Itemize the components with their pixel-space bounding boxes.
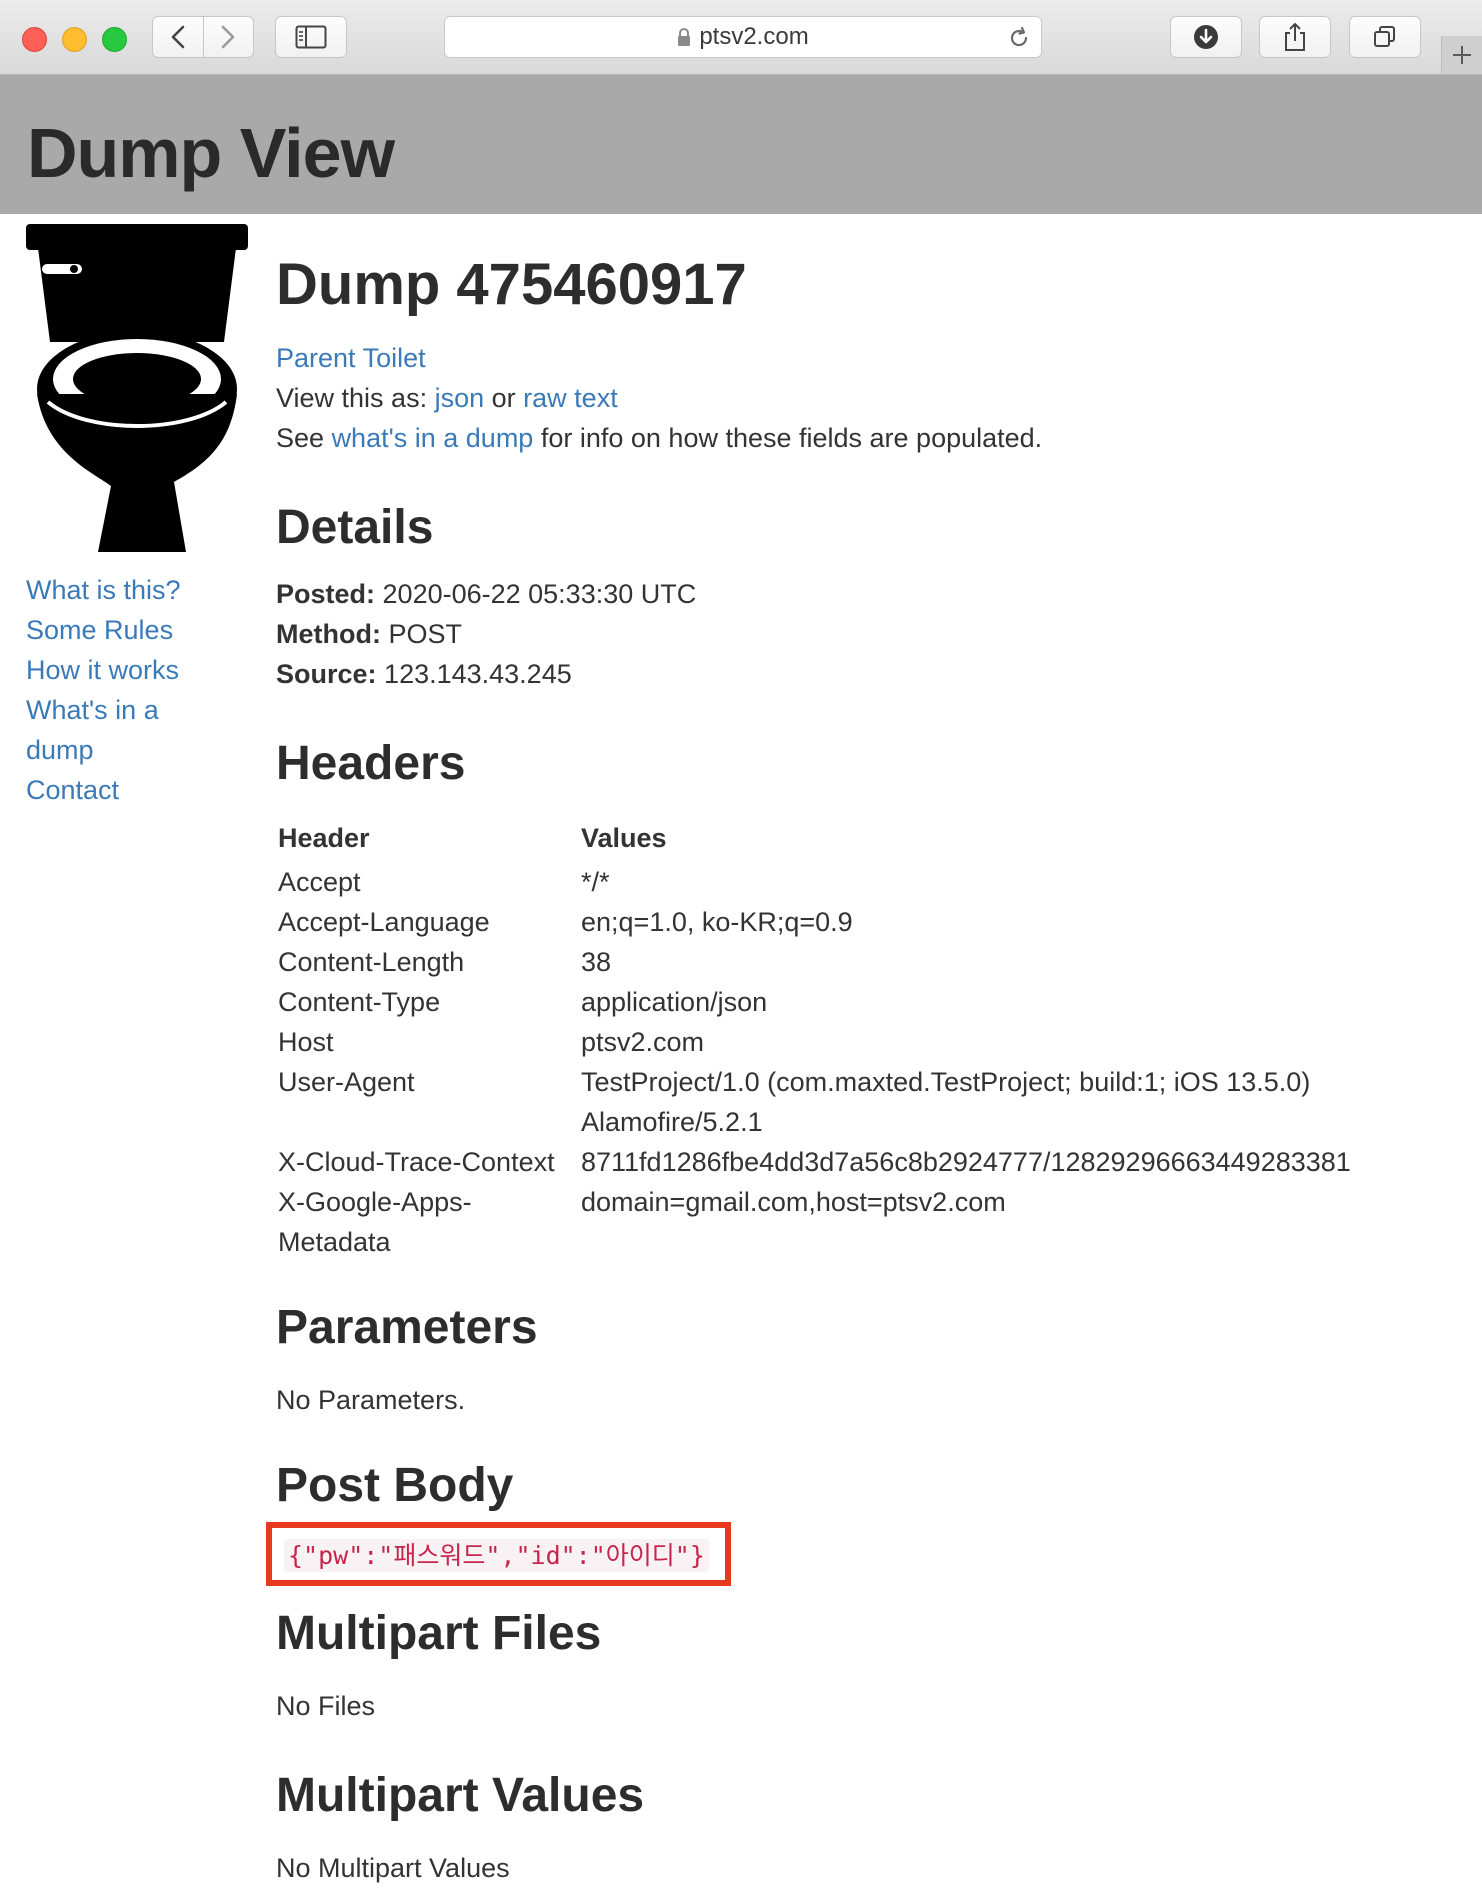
header-name: Accept bbox=[278, 867, 361, 897]
nav-buttons bbox=[152, 16, 254, 58]
multipart-files-heading: Multipart Files bbox=[276, 1607, 602, 1660]
sidebar-nav: What is this? Some Rules How it works Wh… bbox=[26, 570, 246, 810]
header-value: application/json bbox=[581, 987, 768, 1017]
table-row: Host ptsv2.com bbox=[276, 1022, 1439, 1062]
table-row: Content-Length 38 bbox=[276, 942, 1439, 982]
forward-button[interactable] bbox=[203, 17, 253, 57]
url-text: ptsv2.com bbox=[699, 23, 809, 50]
source-label: Source: bbox=[276, 659, 377, 689]
post-body-heading: Post Body bbox=[276, 1459, 514, 1512]
source-value: 123.143.43.245 bbox=[384, 659, 572, 689]
site-title: Dump View bbox=[27, 114, 395, 192]
dump-title: Dump 475460917 bbox=[276, 252, 747, 317]
whats-in-a-dump-link[interactable]: what's in a dump bbox=[332, 423, 534, 453]
posted-row: Posted: 2020-06-22 05:33:30 UTC bbox=[276, 574, 1456, 614]
tabs-icon bbox=[1374, 26, 1395, 47]
header-name: Accept-Language bbox=[278, 907, 490, 937]
header-name: Content-Type bbox=[278, 987, 441, 1017]
sidebar-link-some-rules[interactable]: Some Rules bbox=[26, 610, 206, 650]
chevron-right-icon bbox=[221, 25, 235, 49]
sidebar-link-how-it-works[interactable]: How it works bbox=[26, 650, 206, 690]
toilet-logo-icon bbox=[26, 224, 248, 552]
method-value: POST bbox=[388, 619, 462, 649]
header-value: 38 bbox=[581, 947, 612, 977]
posted-value: 2020-06-22 05:33:30 UTC bbox=[382, 579, 697, 609]
header-column-title: Header bbox=[278, 823, 370, 853]
tabs-overview-button[interactable] bbox=[1349, 16, 1421, 58]
header-name: X-Google-Apps-Metadata bbox=[278, 1187, 472, 1257]
table-row: User-Agent TestProject/1.0 (com.maxted.T… bbox=[276, 1062, 1439, 1142]
headers-heading: Headers bbox=[276, 737, 466, 790]
sidebar-link-contact[interactable]: Contact bbox=[26, 770, 206, 810]
parameters-heading: Parameters bbox=[276, 1301, 538, 1354]
method-row: Method: POST bbox=[276, 614, 1456, 654]
raw-text-link[interactable]: raw text bbox=[523, 383, 618, 413]
header-value: */* bbox=[581, 867, 610, 897]
browser-toolbar: ptsv2.com bbox=[0, 0, 1482, 75]
table-row: X-Cloud-Trace-Context 8711fd1286fbe4dd3d… bbox=[276, 1142, 1439, 1182]
header-value: TestProject/1.0 (com.maxted.TestProject;… bbox=[581, 1067, 1311, 1137]
sidebar-toggle-button[interactable] bbox=[275, 16, 347, 58]
see-suffix: for info on how these fields are populat… bbox=[540, 423, 1043, 453]
plus-icon bbox=[1453, 46, 1471, 64]
table-row: Accept */* bbox=[276, 862, 1439, 902]
sidebar: What is this? Some Rules How it works Wh… bbox=[26, 224, 248, 810]
table-row: Content-Type application/json bbox=[276, 982, 1439, 1022]
download-icon bbox=[1194, 25, 1218, 49]
header-name: X-Cloud-Trace-Context bbox=[278, 1147, 555, 1177]
multipart-values-heading: Multipart Values bbox=[276, 1769, 645, 1822]
lock-icon bbox=[678, 28, 691, 46]
headers-table: Header Values Accept */* Accept-Language… bbox=[276, 818, 1439, 1262]
share-button[interactable] bbox=[1259, 16, 1331, 58]
table-row: X-Google-Apps-Metadata domain=gmail.com,… bbox=[276, 1182, 1439, 1262]
post-body-code: {"pw":"패스워드","id":"아이디"} bbox=[284, 1539, 709, 1572]
main-content: Dump 475460917 Parent Toilet View this a… bbox=[266, 250, 1456, 1888]
headers-table-head: Header Values bbox=[276, 818, 1439, 862]
multipart-values-text: No Multipart Values bbox=[276, 1853, 510, 1883]
see-info-line: See what's in a dump for info on how the… bbox=[276, 418, 1456, 458]
details-heading: Details bbox=[276, 501, 434, 554]
header-value: en;q=1.0, ko-KR;q=0.9 bbox=[581, 907, 853, 937]
or-text: or bbox=[491, 383, 516, 413]
header-value: domain=gmail.com,host=ptsv2.com bbox=[581, 1187, 1006, 1217]
values-column-title: Values bbox=[581, 823, 667, 853]
view-as-line: View this as: json or raw text bbox=[276, 378, 1456, 418]
post-body-highlight-box: {"pw":"패스워드","id":"아이디"} bbox=[266, 1522, 731, 1586]
parent-line: Parent Toilet bbox=[276, 338, 1456, 378]
address-bar[interactable]: ptsv2.com bbox=[444, 16, 1042, 58]
json-link[interactable]: json bbox=[435, 383, 485, 413]
table-row: Accept-Language en;q=1.0, ko-KR;q=0.9 bbox=[276, 902, 1439, 942]
site-header: Dump View bbox=[0, 75, 1482, 214]
header-name: User-Agent bbox=[278, 1067, 415, 1097]
multipart-files-text: No Files bbox=[276, 1691, 376, 1721]
close-window-button[interactable] bbox=[22, 27, 47, 52]
header-value: ptsv2.com bbox=[581, 1027, 705, 1057]
minimize-window-button[interactable] bbox=[62, 27, 87, 52]
header-value: 8711fd1286fbe4dd3d7a56c8b2924777/1282929… bbox=[581, 1147, 1351, 1177]
parent-toilet-link[interactable]: Parent Toilet bbox=[276, 343, 426, 373]
header-name: Content-Length bbox=[278, 947, 465, 977]
downloads-button[interactable] bbox=[1170, 16, 1242, 58]
header-name: Host bbox=[278, 1027, 334, 1057]
zoom-window-button[interactable] bbox=[102, 27, 127, 52]
parameters-text: No Parameters. bbox=[276, 1385, 466, 1415]
see-prefix: See bbox=[276, 423, 325, 453]
chevron-left-icon bbox=[171, 25, 185, 49]
reload-icon[interactable] bbox=[1007, 26, 1031, 50]
sidebar-link-whats-in-a-dump[interactable]: What's in a dump bbox=[26, 690, 206, 770]
sidebar-icon bbox=[295, 25, 327, 49]
new-tab-button[interactable] bbox=[1441, 36, 1482, 74]
view-as-label: View this as: bbox=[276, 383, 428, 413]
back-button[interactable] bbox=[153, 17, 203, 57]
source-row: Source: 123.143.43.245 bbox=[276, 654, 1456, 694]
share-icon bbox=[1285, 23, 1305, 51]
method-label: Method: bbox=[276, 619, 381, 649]
posted-label: Posted: bbox=[276, 579, 376, 609]
sidebar-link-what-is-this[interactable]: What is this? bbox=[26, 570, 206, 610]
